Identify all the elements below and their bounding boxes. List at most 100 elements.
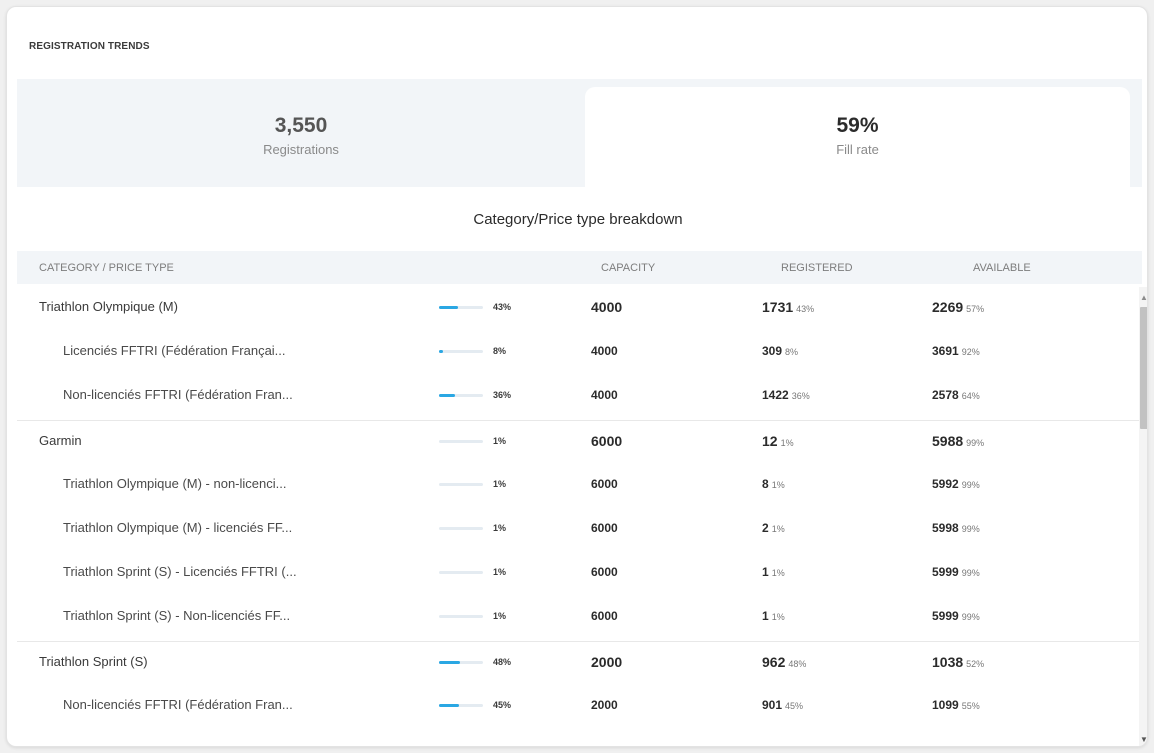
row-name: Triathlon Olympique (M) - non-licenci... <box>63 476 287 491</box>
tab-fill-rate[interactable]: 59% Fill rate <box>585 87 1130 187</box>
fill-progress-value <box>439 571 441 574</box>
fill-progress-value <box>439 440 441 443</box>
available-percent: 55% <box>961 701 980 711</box>
fill-progress-bar <box>439 483 483 486</box>
fill-rate-value: 59% <box>836 114 879 137</box>
available-value: 5998 <box>932 521 959 535</box>
scroll-thumb[interactable] <box>1140 307 1147 429</box>
column-header-category[interactable]: CATEGORY / PRICE TYPE <box>39 262 174 274</box>
row-name: Triathlon Sprint (S) - Non-licenciés FF.… <box>63 608 291 623</box>
kpi-tabs: 3,550 Registrations 59% Fill rate <box>17 79 1142 187</box>
registered-percent: 1% <box>771 568 785 578</box>
scroll-down-arrow-icon[interactable]: ▼ <box>1140 735 1147 744</box>
registered-value: 2 <box>762 521 769 535</box>
registered-percent: 1% <box>771 524 785 534</box>
available-cell: 5999 99% <box>932 609 980 623</box>
column-header-available[interactable]: AVAILABLE <box>973 262 1031 274</box>
column-header-capacity[interactable]: CAPACITY <box>601 262 655 274</box>
available-percent: 99% <box>961 480 980 490</box>
column-header-registered[interactable]: REGISTERED <box>781 262 853 274</box>
breakdown-title: Category/Price type breakdown <box>473 211 683 228</box>
category-row[interactable]: Triathlon Sprint (S) 48% 2000 962 48% 1038 52% <box>17 641 1142 685</box>
fill-progress-bar <box>439 615 483 618</box>
registered-percent: 1% <box>780 438 794 448</box>
fill-progress-value <box>439 661 460 664</box>
registered-cell: 1 1% <box>762 609 785 623</box>
registered-percent: 36% <box>791 391 810 401</box>
fill-progress-bar <box>439 306 483 309</box>
vertical-scrollbar[interactable]: ▲ ▼ <box>1139 287 1147 746</box>
registrations-label: Registrations <box>263 142 339 157</box>
row-name: Licenciés FFTRI (Fédération Françai... <box>63 343 286 358</box>
capacity-value: 2000 <box>591 698 618 712</box>
available-value: 5999 <box>932 609 959 623</box>
scroll-up-arrow-icon[interactable]: ▲ <box>1140 293 1147 302</box>
available-cell: 5992 99% <box>932 477 980 491</box>
registered-value: 1422 <box>762 388 789 402</box>
row-name: Garmin <box>39 433 82 448</box>
fill-percent: 1% <box>493 567 507 577</box>
available-cell: 1038 52% <box>932 654 984 670</box>
fill-percent: 8% <box>493 346 507 356</box>
capacity-value: 6000 <box>591 609 618 623</box>
available-percent: 99% <box>966 438 985 448</box>
available-value: 2269 <box>932 299 964 315</box>
registered-cell: 12 1% <box>762 433 794 449</box>
capacity-value: 6000 <box>591 521 618 535</box>
tab-registrations[interactable]: 3,550 Registrations <box>17 79 585 187</box>
registrations-value: 3,550 <box>274 114 328 137</box>
row-name: Non-licenciés FFTRI (Fédération Fran... <box>63 697 293 712</box>
price-type-row[interactable]: Triathlon Sprint (S) - Licenciés FFTRI (… <box>17 552 1142 596</box>
available-cell: 5988 99% <box>932 433 984 449</box>
row-name: Triathlon Olympique (M) <box>39 299 178 314</box>
registered-cell: 962 48% <box>762 654 806 670</box>
price-type-row[interactable]: Triathlon Olympique (M) - licenciés FF..… <box>17 508 1142 552</box>
fill-progress-value <box>439 615 441 618</box>
category-row[interactable]: Triathlon Olympique (M) 43% 4000 1731 43% 226… <box>17 287 1142 331</box>
registered-percent: 48% <box>788 659 807 669</box>
registration-trends-panel: REGISTRATION TRENDS 3,550 Registrations … <box>6 6 1148 747</box>
registered-percent: 45% <box>785 701 804 711</box>
price-type-row[interactable]: Non-licenciés FFTRI (Fédération Fran... 4… <box>17 685 1142 729</box>
breakdown-table-body: Triathlon Olympique (M) 43% 4000 1731 43% 226… <box>17 287 1142 746</box>
price-type-row[interactable]: Licenciés FFTRI (Fédération Françai... 8%… <box>17 331 1142 375</box>
fill-rate-label: Fill rate <box>836 142 879 157</box>
registered-value: 1731 <box>762 299 794 315</box>
fill-percent: 1% <box>493 523 507 533</box>
available-cell: 2578 64% <box>932 388 980 402</box>
fill-progress-value <box>439 527 441 530</box>
registered-cell: 1731 43% <box>762 299 814 315</box>
available-percent: 52% <box>966 659 985 669</box>
fill-percent: 1% <box>493 479 507 489</box>
available-value: 1099 <box>932 698 959 712</box>
fill-percent: 43% <box>493 302 512 312</box>
category-row[interactable]: Garmin 1% 6000 12 1% 5988 99% <box>17 420 1142 464</box>
registered-percent: 43% <box>796 304 815 314</box>
price-type-row[interactable]: Triathlon Olympique (M) - non-licenci...… <box>17 464 1142 508</box>
price-type-row[interactable]: Non-licenciés FFTRI (Fédération Fran... 3… <box>17 375 1142 419</box>
price-type-row[interactable]: Triathlon Sprint (S) - Non-licenciés FF.… <box>17 596 1142 640</box>
row-name: Triathlon Sprint (S) <box>39 654 148 669</box>
row-name: Triathlon Sprint (S) - Licenciés FFTRI (… <box>63 564 297 579</box>
registered-value: 12 <box>762 433 778 449</box>
fill-progress-value <box>439 306 458 309</box>
fill-progress-bar <box>439 661 483 664</box>
capacity-value: 6000 <box>591 477 618 491</box>
available-percent: 99% <box>961 524 980 534</box>
fill-progress-value <box>439 483 441 486</box>
fill-percent: 45% <box>493 700 512 710</box>
available-percent: 57% <box>966 304 985 314</box>
registered-value: 8 <box>762 477 769 491</box>
fill-progress-bar <box>439 350 483 353</box>
available-cell: 5998 99% <box>932 521 980 535</box>
registered-value: 901 <box>762 698 783 712</box>
capacity-value: 4000 <box>591 299 623 315</box>
fill-percent: 36% <box>493 390 512 400</box>
registered-cell: 901 45% <box>762 698 803 712</box>
available-percent: 99% <box>961 568 980 578</box>
available-percent: 99% <box>961 612 980 622</box>
available-value: 5988 <box>932 433 964 449</box>
fill-progress-value <box>439 704 459 707</box>
available-cell: 2269 57% <box>932 299 984 315</box>
available-percent: 92% <box>961 347 980 357</box>
